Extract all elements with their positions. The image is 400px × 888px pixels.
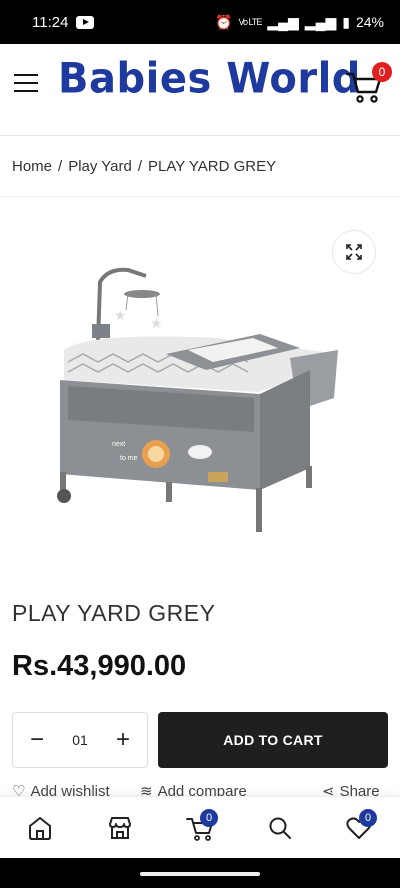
nav-search[interactable] bbox=[265, 813, 295, 843]
product-image[interactable]: ★ ★ next to me bbox=[48, 262, 348, 552]
decal-text-to-me: to me bbox=[120, 455, 138, 462]
decrement-button[interactable]: − bbox=[27, 726, 47, 754]
signal-2-icon: ▂▄▆ bbox=[304, 13, 337, 30]
status-right: ⏰ Vo LTE ▂▄▆ ▂▄▆ ▮ 24% bbox=[215, 14, 384, 31]
alarm-icon: ⏰ bbox=[215, 13, 233, 30]
breadcrumb-separator: / bbox=[137, 158, 143, 175]
site-logo[interactable]: Babies World bbox=[58, 55, 361, 103]
quantity-value[interactable]: 01 bbox=[72, 732, 88, 748]
signal-icon: ▂▄▆ bbox=[267, 13, 299, 30]
breadcrumb-separator: / bbox=[58, 158, 63, 175]
quantity-stepper: − 01 + bbox=[12, 712, 148, 768]
product-title: PLAY YARD GREY bbox=[12, 600, 216, 626]
breadcrumb-current: PLAY YARD GREY bbox=[148, 158, 277, 175]
home-gesture-bar[interactable] bbox=[140, 872, 260, 876]
breadcrumb: Home / Play Yard / PLAY YARD GREY bbox=[12, 158, 276, 175]
store-icon bbox=[109, 817, 131, 839]
breadcrumb-category[interactable]: Play Yard bbox=[68, 158, 132, 175]
divider bbox=[0, 196, 400, 197]
nav-home[interactable] bbox=[25, 813, 55, 843]
status-time: 11:24 bbox=[32, 13, 69, 31]
svg-text:★: ★ bbox=[150, 315, 163, 331]
wishlist-count-badge: 0 bbox=[359, 809, 377, 827]
home-icon bbox=[29, 817, 51, 840]
site-header: Babies World 0 bbox=[0, 44, 400, 136]
cart-count-badge: 0 bbox=[372, 62, 392, 82]
decal-text-next: next bbox=[112, 441, 125, 448]
system-navigation-bar bbox=[0, 858, 400, 888]
add-to-cart-button[interactable]: ADD TO CART bbox=[158, 712, 388, 768]
expand-icon bbox=[346, 244, 362, 260]
increment-button[interactable]: + bbox=[113, 726, 133, 754]
battery-percent: 24% bbox=[355, 14, 384, 30]
status-left: 11:24 bbox=[32, 13, 95, 31]
svg-text:★: ★ bbox=[114, 307, 127, 323]
youtube-notification-icon bbox=[76, 15, 95, 29]
cart-count-badge: 0 bbox=[200, 809, 218, 827]
status-bar: 11:24 ⏰ Vo LTE ▂▄▆ ▂▄▆ ▮ 24% bbox=[0, 0, 400, 44]
nav-shop[interactable] bbox=[105, 813, 135, 843]
product-price: Rs.43,990.00 bbox=[12, 650, 187, 682]
battery-icon: ▮ bbox=[342, 13, 350, 30]
breadcrumb-home[interactable]: Home bbox=[12, 158, 52, 175]
menu-icon[interactable] bbox=[14, 74, 38, 92]
bottom-navigation: 0 0 bbox=[0, 796, 400, 858]
search-icon bbox=[269, 817, 291, 839]
volte-icon: Vo LTE bbox=[238, 17, 262, 27]
